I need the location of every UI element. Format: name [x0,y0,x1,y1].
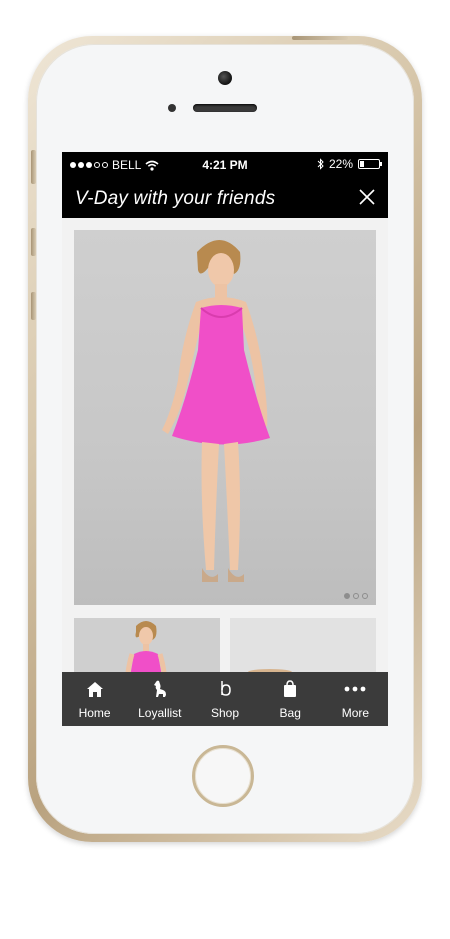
tab-label: Shop [210,706,240,720]
tab-bar: Home Loyallist Shop Bag More [62,672,388,726]
tab-bag[interactable]: Bag [258,672,323,726]
status-bar: BELL 4:21 PM 22% [62,152,388,178]
tab-shop[interactable]: Shop [192,672,257,726]
home-hardware-button[interactable] [192,745,254,807]
bluetooth-icon [317,158,324,170]
dog-icon [153,680,166,697]
earpiece-speaker [193,104,257,112]
close-button[interactable] [354,184,380,210]
tab-more[interactable]: More [323,672,388,726]
model-pink-dress-image [162,240,270,582]
pager-dot[interactable] [353,593,359,599]
product-image[interactable] [74,230,376,605]
home-icon [86,681,103,697]
tab-label: More [341,706,370,720]
proximity-sensor [168,104,176,112]
shop-logo-icon [221,681,231,696]
power-button [292,36,348,40]
bag-icon [284,680,297,697]
title-bar: V-Day with your friends [62,178,388,218]
page-title: V-Day with your friends [75,188,276,209]
gallery-content [62,218,388,672]
status-right: 22% [317,157,382,171]
shoe-thumbnail-image [230,618,376,672]
tab-home[interactable]: Home [62,672,127,726]
thumbnail-1[interactable] [74,618,220,672]
pager-dot-active[interactable] [344,593,350,599]
battery-icon [358,159,382,169]
tab-label: Bag [279,706,301,720]
close-icon [359,189,375,205]
app-screen: BELL 4:21 PM 22% V-Day with your friends [62,152,388,726]
battery-fill [360,161,364,167]
model-thumbnail-image [74,618,220,672]
thumbnail-2[interactable] [230,618,376,672]
front-camera [218,71,232,85]
gallery-pager [344,593,368,599]
battery-percent: 22% [328,157,353,171]
tab-label: Loyallist [138,706,182,720]
pager-dot[interactable] [362,593,368,599]
tab-label: Home [78,706,111,720]
more-icon [345,686,366,692]
tab-loyallist[interactable]: Loyallist [127,672,192,726]
